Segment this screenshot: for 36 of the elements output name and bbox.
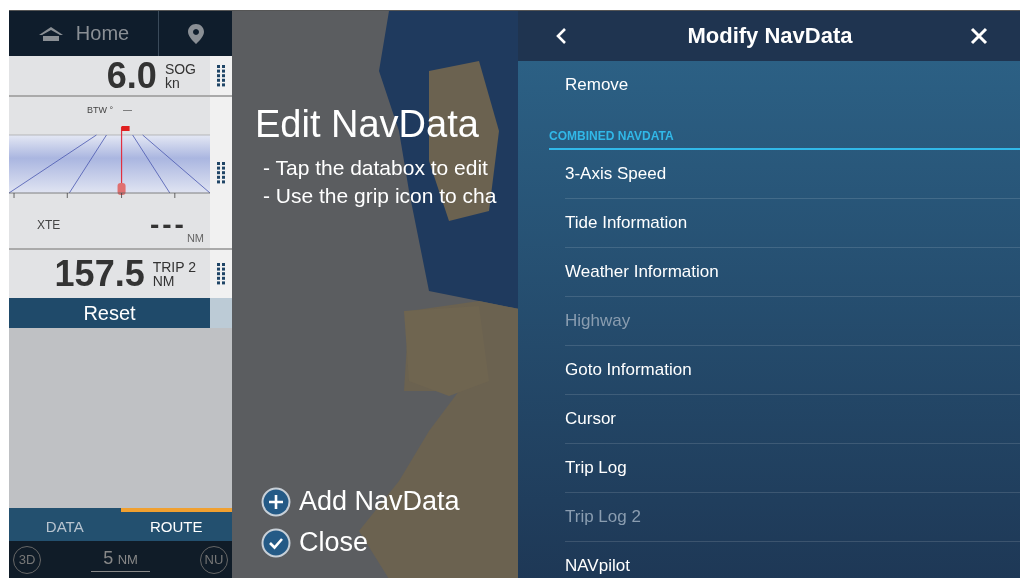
trip-label: TRIP 2 NM: [152, 260, 196, 288]
tab[interactable]: DATA: [9, 508, 121, 541]
instruction-text: - Tap the databox to edit: [263, 155, 489, 181]
close-icon[interactable]: [970, 27, 988, 45]
grip-icon[interactable]: [217, 161, 225, 184]
home-icon: [37, 25, 64, 42]
sog-value: 6.0: [106, 54, 157, 97]
menu-item[interactable]: Trip Log: [565, 444, 1020, 493]
grip-strip: [210, 298, 232, 328]
menu-item[interactable]: Weather Information: [565, 248, 1020, 297]
close-button[interactable]: Close: [255, 527, 369, 558]
instruction-text: - Use the grip icon to cha: [263, 183, 498, 209]
menu-item[interactable]: Cursor: [565, 395, 1020, 444]
location-pin-icon: [187, 23, 204, 44]
reset-button[interactable]: Reset: [9, 298, 210, 328]
menu-item[interactable]: Goto Information: [565, 346, 1020, 395]
xte-unit: NM: [186, 232, 204, 244]
xte-label: XTE: [37, 217, 61, 232]
menu-item[interactable]: 3-Axis Speed: [565, 150, 1020, 199]
menu-item[interactable]: Tide Information: [565, 199, 1020, 248]
section-header: COMBINED NAVDATA: [549, 129, 1020, 150]
btw-label: BTW °: [86, 105, 114, 117]
menu-item[interactable]: NAVpilot: [565, 542, 1020, 578]
plus-icon: [261, 486, 291, 517]
menu-item[interactable]: Remove: [565, 61, 1020, 109]
btw-value: —: [123, 105, 133, 117]
grip-icon[interactable]: [217, 263, 225, 285]
range-scale: 5 NM: [91, 547, 150, 572]
add-navdata-button[interactable]: Add NavData: [255, 486, 460, 517]
panel-title: Modify NavData: [687, 23, 853, 49]
grip-icon[interactable]: [217, 64, 225, 87]
xte-value: ---: [149, 208, 187, 241]
checkmark-icon: [261, 527, 291, 558]
sog-label: SOG kn: [164, 61, 196, 90]
overlay-title: Edit NavData: [255, 103, 480, 146]
trip-value: 157.5: [54, 253, 145, 295]
